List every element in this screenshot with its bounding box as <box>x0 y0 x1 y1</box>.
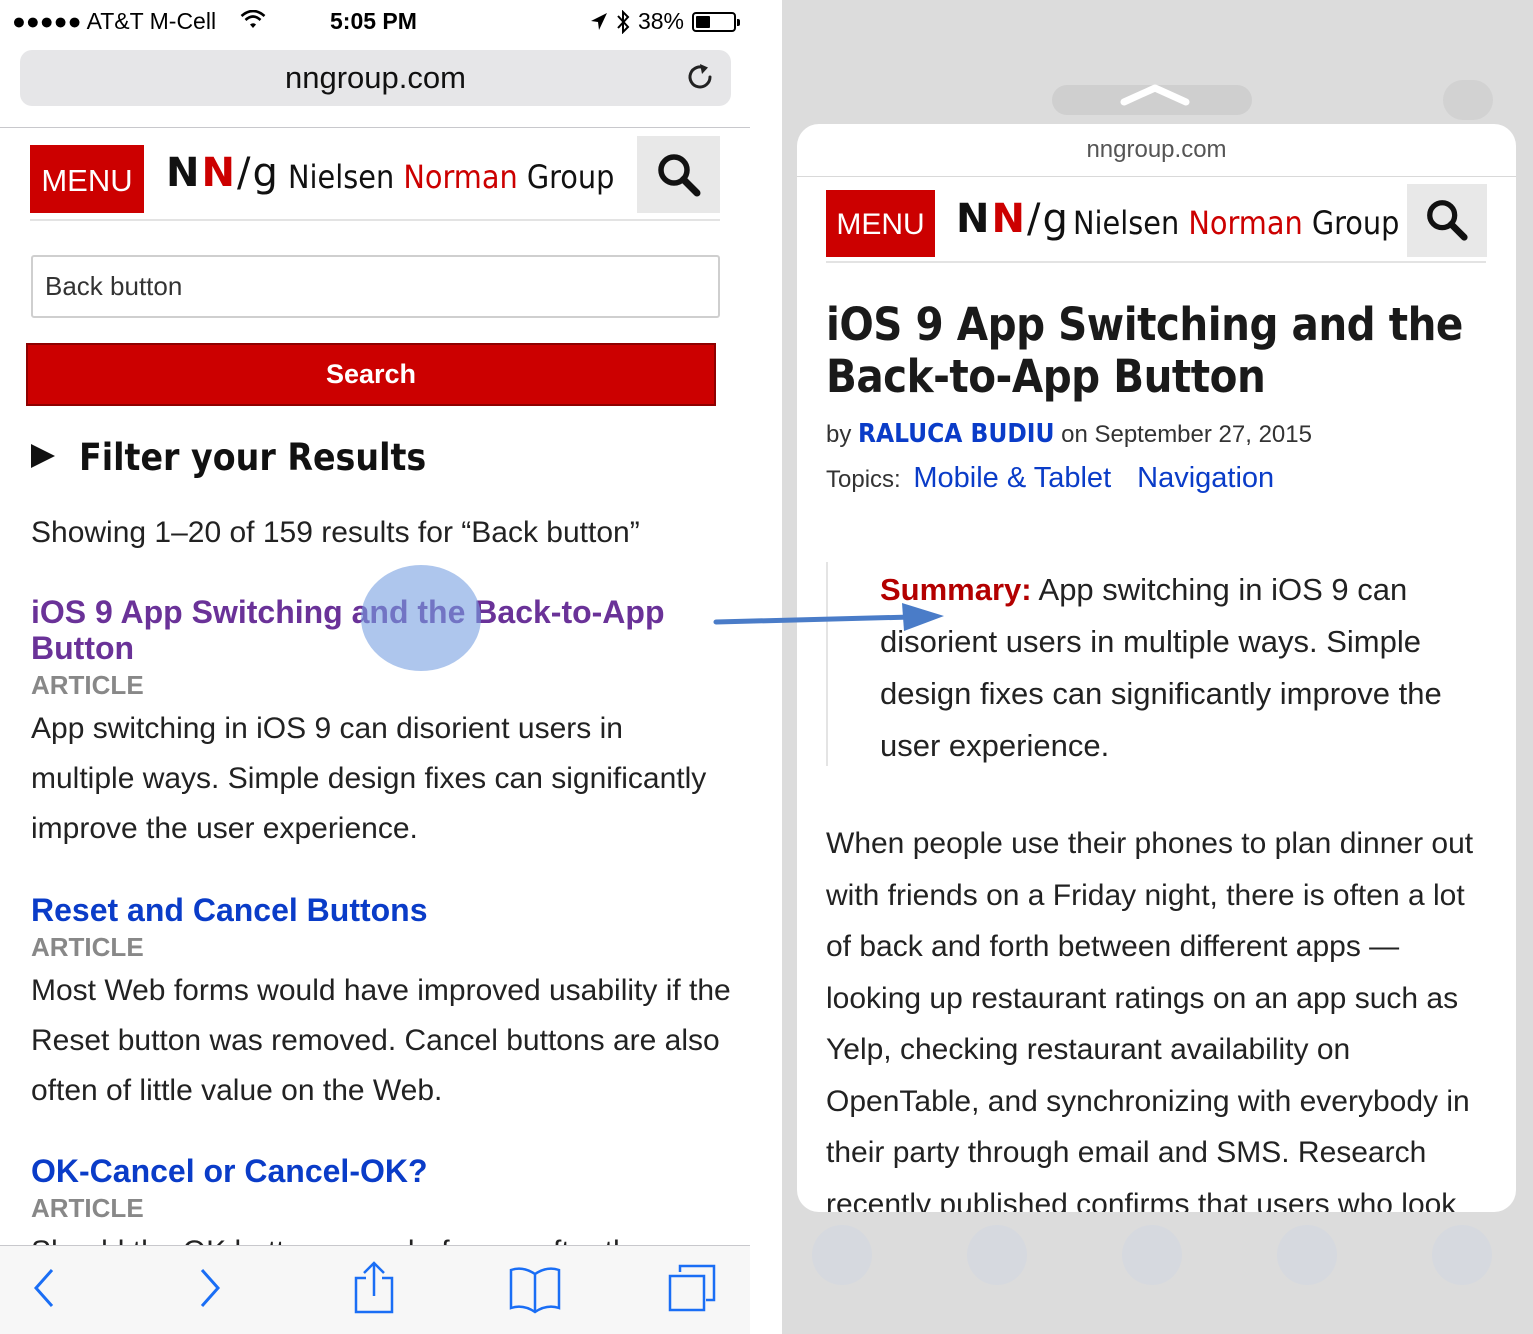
byline-date: on September 27, 2015 <box>1054 421 1312 448</box>
topics-label: Topics: <box>826 466 901 493</box>
header-divider <box>826 261 1486 263</box>
logo-n1: N <box>166 150 202 196</box>
result-type: ARTICLE <box>31 670 144 700</box>
safari-search-results-screen: ●●●●● AT&T M-Cell 5:05 PM 38% nngroup.co… <box>0 0 750 1334</box>
result-item: Reset and Cancel Buttons ARTICLE Most We… <box>31 892 731 1116</box>
search-icon <box>658 154 701 197</box>
byline-prefix: by <box>826 421 859 448</box>
status-right: 38% <box>590 8 740 35</box>
site-search-button[interactable] <box>1407 184 1487 257</box>
share-icon[interactable] <box>352 1260 396 1316</box>
chevron-right-icon[interactable] <box>196 1264 224 1312</box>
peek-preview-screen: nngroup.com MENU NN/g Nielsen Norman Gro… <box>782 0 1533 1334</box>
header-divider <box>30 219 720 221</box>
logo-word-group: Group <box>517 158 615 196</box>
annotation-arrow <box>713 603 944 631</box>
result-description: App switching in iOS 9 can disorient use… <box>31 712 707 845</box>
blurred-background <box>812 1225 872 1285</box>
chrome-divider <box>0 127 750 128</box>
logo-g: /g <box>236 150 280 196</box>
address-bar[interactable]: nngroup.com <box>20 50 731 106</box>
logo-word-group: Group <box>1302 204 1400 242</box>
battery-fill <box>696 15 710 28</box>
blurred-background <box>1432 1225 1492 1285</box>
article-summary: Summary: App switching in iOS 9 can diso… <box>880 564 1490 772</box>
location-arrow-icon <box>590 12 607 30</box>
search-input[interactable]: Back button <box>31 255 720 318</box>
carrier-label: ●●●●● AT&T M-Cell <box>12 8 217 34</box>
logo-word-nielsen: Nielsen <box>1073 204 1189 242</box>
blurred-background <box>1277 1225 1337 1285</box>
topic-link[interactable]: Navigation <box>1137 462 1274 494</box>
reload-icon[interactable] <box>683 60 717 94</box>
blurred-background <box>1122 1225 1182 1285</box>
blurred-background <box>1443 80 1493 120</box>
chevron-left-icon[interactable] <box>30 1264 58 1312</box>
summary-quote-bar <box>826 562 828 766</box>
nng-logo-mark[interactable]: NN/g <box>956 196 1070 242</box>
safari-toolbar <box>0 1245 750 1334</box>
logo-n2: N <box>991 196 1027 242</box>
menu-button[interactable]: MENU <box>30 145 144 213</box>
touch-indicator <box>361 565 481 671</box>
clock: 5:05 PM <box>330 8 417 34</box>
logo-word-norman: Norman <box>403 158 518 196</box>
results-count: Showing 1–20 of 159 results for “Back bu… <box>31 516 640 549</box>
search-icon <box>1427 200 1468 241</box>
result-type: ARTICLE <box>31 1193 144 1223</box>
logo-n1: N <box>956 196 992 242</box>
site-search-button[interactable] <box>637 136 720 213</box>
result-title-link[interactable]: OK-Cancel or Cancel-OK? <box>31 1153 731 1189</box>
result-type: ARTICLE <box>31 932 144 962</box>
preview-url: nngroup.com <box>1086 136 1227 163</box>
battery-icon <box>692 11 740 32</box>
blurred-background <box>967 1225 1027 1285</box>
book-icon[interactable] <box>508 1264 562 1314</box>
menu-button[interactable]: MENU <box>826 190 935 257</box>
logo-n2: N <box>201 150 237 196</box>
filter-label: Filter your Results <box>79 436 427 479</box>
author-link[interactable]: RALUCA BUDIU <box>858 419 1054 449</box>
address-url: nngroup.com <box>285 60 466 95</box>
status-bar: ●●●●● AT&T M-Cell 5:05 PM 38% <box>0 0 750 40</box>
result-title-link[interactable]: Reset and Cancel Buttons <box>31 892 731 928</box>
article-body: When people use their phones to plan din… <box>826 827 1474 1212</box>
battery-percent: 38% <box>637 8 684 34</box>
disclosure-triangle-icon <box>31 444 55 468</box>
article-topics: Topics: Mobile & Tablet Navigation <box>826 462 1294 495</box>
result-description: Most Web forms would have improved usabi… <box>31 974 731 1107</box>
search-button[interactable]: Search <box>26 343 716 406</box>
tabs-icon[interactable] <box>666 1262 718 1314</box>
bluetooth-icon <box>617 9 630 34</box>
preview-url-divider <box>797 176 1516 177</box>
logo-g: /g <box>1026 196 1070 242</box>
logo-word-norman: Norman <box>1188 204 1303 242</box>
topic-link[interactable]: Mobile & Tablet <box>913 462 1111 494</box>
nng-logo-name[interactable]: Nielsen Norman Group <box>288 158 614 196</box>
panel-gap <box>750 0 782 1334</box>
filter-results-toggle[interactable]: Filter your Results <box>31 436 426 479</box>
swipe-up-chevron-icon[interactable] <box>1120 82 1190 108</box>
logo-word-nielsen: Nielsen <box>288 158 404 196</box>
nng-logo-mark[interactable]: NN/g <box>166 150 280 196</box>
article-title: iOS 9 App Switching and the Back-to-App … <box>826 298 1463 403</box>
article-byline: by RALUCA BUDIU on September 27, 2015 <box>826 419 1312 449</box>
nng-logo-name[interactable]: Nielsen Norman Group <box>1073 204 1399 242</box>
wifi-icon <box>240 10 266 28</box>
peek-preview-card[interactable]: nngroup.com MENU NN/g Nielsen Norman Gro… <box>797 124 1516 1212</box>
